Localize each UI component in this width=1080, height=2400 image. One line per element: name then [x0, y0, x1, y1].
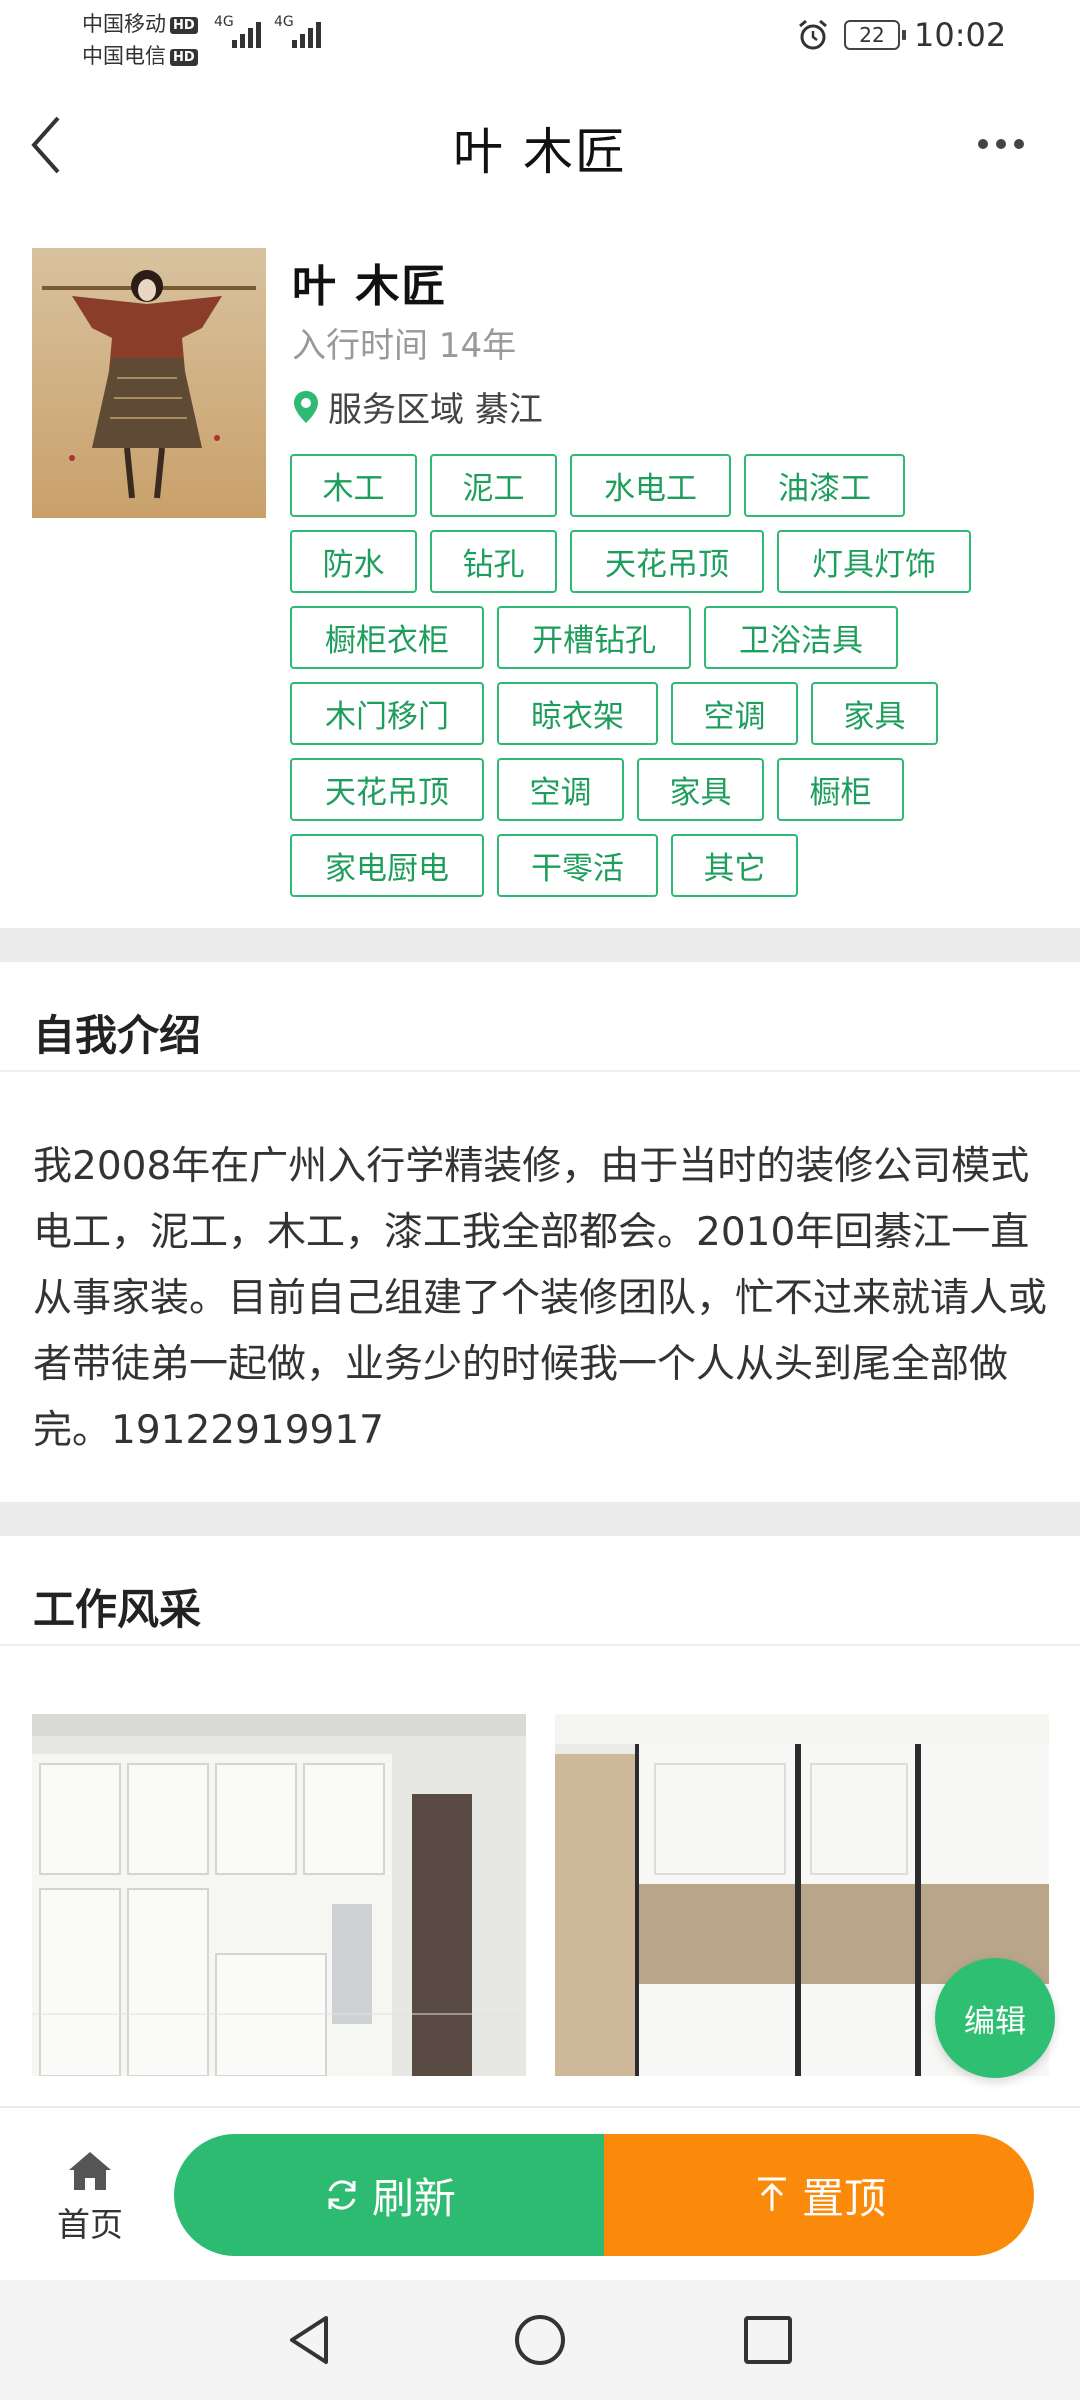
- home-label: 首页: [57, 2205, 123, 2244]
- page-title: 叶 木匠: [453, 123, 627, 181]
- alarm-icon: [799, 19, 827, 50]
- intro-text: 我2008年在广州入行学精装修，由于当时的装修公司模式 电工，泥工，木工，漆工我…: [33, 1144, 1048, 1453]
- carrier-1-name: 中国移动: [82, 12, 166, 36]
- location-pin-icon: [294, 390, 318, 423]
- skill-tag[interactable]: 钻孔: [430, 530, 557, 593]
- refresh-icon: [328, 2180, 356, 2210]
- nav-back-icon[interactable]: [280, 2310, 340, 2370]
- service-area-text: 服务区域 綦江: [328, 390, 543, 430]
- section-divider: [0, 928, 1080, 962]
- carrier-2-name: 中国电信: [82, 44, 166, 68]
- work-photo[interactable]: [32, 1714, 526, 2076]
- skill-tag[interactable]: 天花吊顶: [570, 530, 764, 593]
- page-header: 叶 木匠: [0, 72, 1080, 220]
- battery-indicator: 22: [844, 20, 906, 50]
- skill-tag[interactable]: 天花吊顶: [290, 758, 484, 821]
- action-button-group: 刷新 置顶: [174, 2134, 1034, 2256]
- intro-section-header: 自我介绍: [0, 962, 1080, 1072]
- skill-tag[interactable]: 开槽钻孔: [497, 606, 691, 669]
- status-time: 10:02: [914, 16, 1007, 54]
- nav-home-icon[interactable]: [510, 2310, 570, 2370]
- skill-tag[interactable]: 干零活: [497, 834, 658, 897]
- skill-tag[interactable]: 木门移门: [290, 682, 484, 745]
- profile-card: 叶 木匠 入行时间 14年 服务区域 綦江 木工 泥工 水电工 油漆工 防水 钻…: [0, 220, 1080, 928]
- refresh-button[interactable]: 刷新: [174, 2134, 604, 2256]
- skill-tag[interactable]: 橱柜衣柜: [290, 606, 484, 669]
- carrier-label-1: 中国移动 HD: [82, 8, 198, 38]
- carrier-label-2: 中国电信 HD: [82, 40, 198, 70]
- tag-row: 木门移门 晾衣架 空调 家具: [290, 682, 1050, 745]
- signal-icon-1: [232, 18, 261, 48]
- network-type-2: 4G: [274, 14, 294, 30]
- intro-title: 自我介绍: [33, 1011, 202, 1060]
- skill-tag[interactable]: 家具: [637, 758, 764, 821]
- home-tab[interactable]: 首页: [40, 2150, 140, 2246]
- gallery-section-header: 工作风采: [0, 1536, 1080, 1646]
- skill-tag[interactable]: 水电工: [570, 454, 731, 517]
- refresh-label: 刷新: [371, 2173, 456, 2223]
- system-nav-bar: [0, 2280, 1080, 2400]
- status-bar: 中国移动 HD 中国电信 HD 4G 4G 22 10:02: [0, 0, 1080, 72]
- tag-row: 防水 钻孔 天花吊顶 灯具灯饰: [290, 530, 1050, 593]
- skill-tag[interactable]: 油漆工: [744, 454, 905, 517]
- skill-tag[interactable]: 灯具灯饰: [777, 530, 971, 593]
- nav-recents-icon[interactable]: [738, 2310, 798, 2370]
- tag-row: 家电厨电 干零活 其它: [290, 834, 1050, 897]
- skill-tag[interactable]: 空调: [671, 682, 798, 745]
- network-type-1: 4G: [214, 14, 234, 30]
- hd-badge-2: HD: [170, 48, 198, 66]
- gallery-title: 工作风采: [33, 1585, 202, 1634]
- skill-tags: 木工 泥工 水电工 油漆工 防水 钻孔 天花吊顶 灯具灯饰 橱柜衣柜 开槽钻孔 …: [290, 454, 1050, 910]
- profile-years: 入行时间 14年: [292, 326, 517, 366]
- avatar[interactable]: [32, 248, 266, 518]
- tag-row: 橱柜衣柜 开槽钻孔 卫浴洁具: [290, 606, 1050, 669]
- edit-button[interactable]: 编辑: [935, 1958, 1055, 2078]
- tag-row: 天花吊顶 空调 家具 橱柜: [290, 758, 1050, 821]
- skill-tag[interactable]: 木工: [290, 454, 417, 517]
- hd-badge-1: HD: [170, 16, 198, 34]
- skill-tag[interactable]: 家电厨电: [290, 834, 484, 897]
- profile-service-area: 服务区域 綦江: [292, 382, 543, 431]
- skill-tag[interactable]: 泥工: [430, 454, 557, 517]
- bottom-action-bar: 首页 刷新 置顶: [0, 2106, 1080, 2280]
- signal-icon-2: [292, 18, 321, 48]
- tag-row: 木工 泥工 水电工 油漆工: [290, 454, 1050, 517]
- more-icon[interactable]: [978, 132, 1038, 156]
- skill-tag[interactable]: 晾衣架: [497, 682, 658, 745]
- skill-tag[interactable]: 其它: [671, 834, 798, 897]
- section-divider: [0, 1502, 1080, 1536]
- skill-tag[interactable]: 橱柜: [777, 758, 904, 821]
- skill-tag[interactable]: 家具: [811, 682, 938, 745]
- home-icon: [69, 2152, 111, 2190]
- skill-tag[interactable]: 防水: [290, 530, 417, 593]
- pin-top-button[interactable]: 置顶: [604, 2134, 1034, 2256]
- skill-tag[interactable]: 卫浴洁具: [704, 606, 898, 669]
- pin-top-label: 置顶: [801, 2173, 886, 2223]
- profile-name: 叶 木匠: [292, 261, 448, 312]
- pin-top-icon: [757, 2177, 786, 2211]
- work-gallery: [0, 1680, 1080, 2100]
- skill-tag[interactable]: 空调: [497, 758, 624, 821]
